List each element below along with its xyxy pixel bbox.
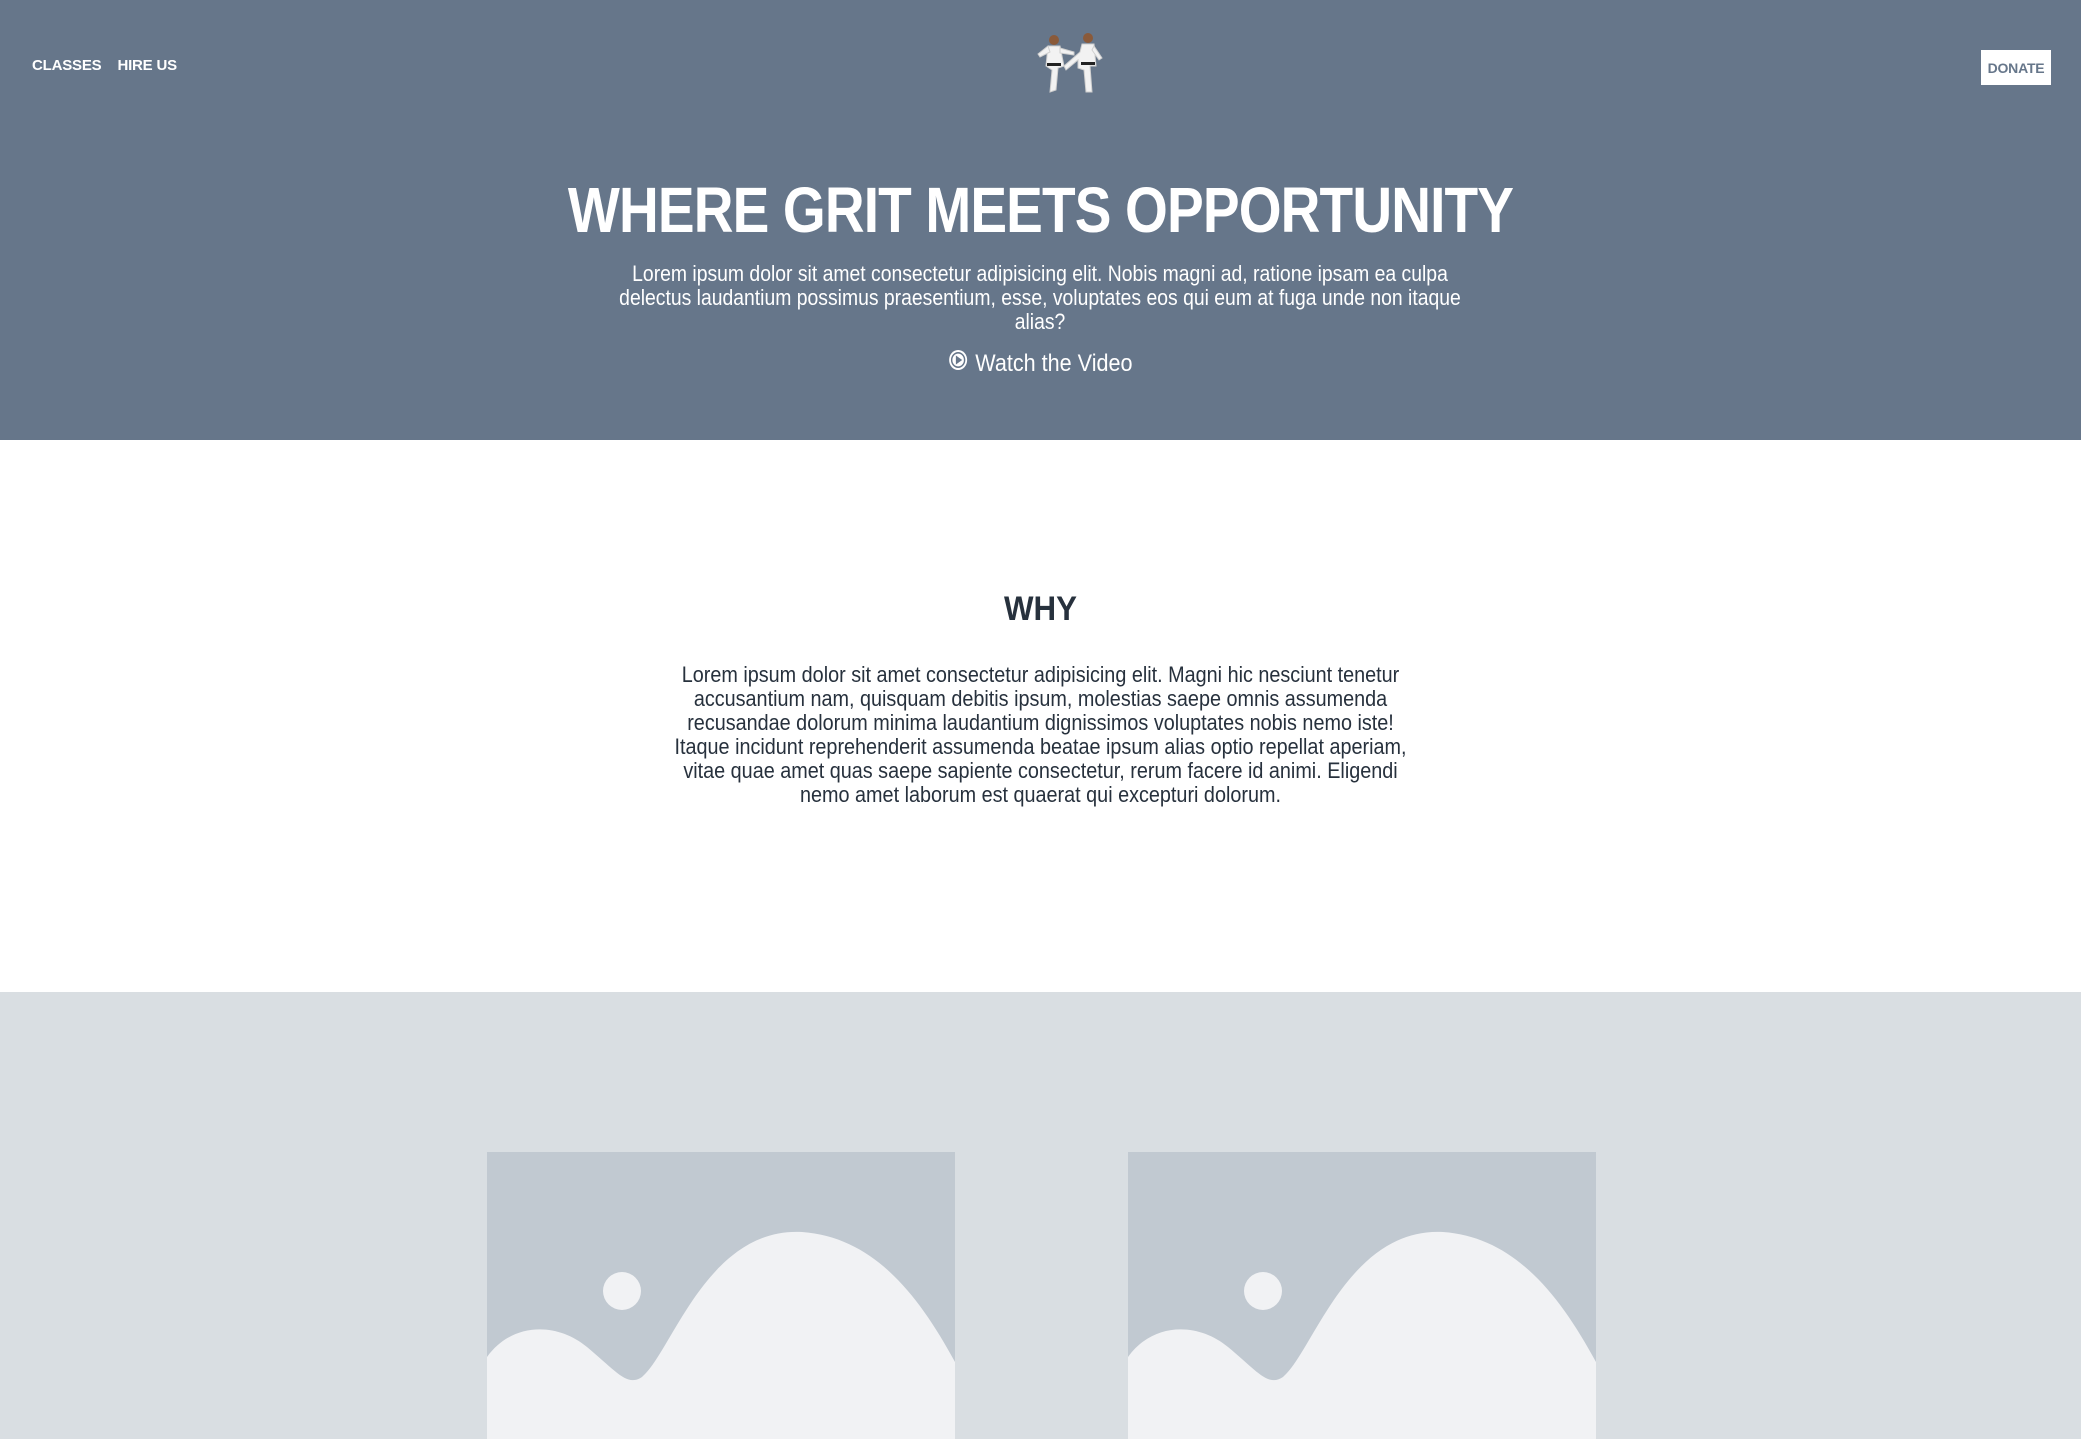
donate-button[interactable]: DONATE bbox=[1981, 50, 2051, 85]
karate-logo[interactable] bbox=[1034, 30, 1106, 98]
gallery-section bbox=[0, 992, 2081, 1439]
main-nav: CLASSES HIRE US bbox=[32, 57, 177, 74]
image-placeholder-icon bbox=[487, 1152, 955, 1439]
play-circle-icon bbox=[948, 349, 968, 378]
why-section: WHY Lorem ipsum dolor sit amet consectet… bbox=[0, 440, 2081, 992]
hero-section: CLASSES HIRE US DONATE WHERE GRIT MEETS … bbox=[0, 0, 2081, 440]
nav-link-hire-us[interactable]: HIRE US bbox=[117, 57, 177, 74]
image-placeholder-icon bbox=[1128, 1152, 1596, 1439]
watch-video-link[interactable]: Watch the Video bbox=[0, 349, 2081, 378]
why-text: Lorem ipsum dolor sit amet consectetur a… bbox=[674, 662, 1407, 807]
nav-link-classes[interactable]: CLASSES bbox=[32, 57, 102, 74]
hero-title: WHERE GRIT MEETS OPPORTUNITY bbox=[567, 174, 1514, 246]
watch-video-label: Watch the Video bbox=[975, 349, 1133, 377]
why-title: WHY bbox=[1004, 590, 1077, 628]
hero-subtitle: Lorem ipsum dolor sit amet consectetur a… bbox=[619, 261, 1461, 334]
